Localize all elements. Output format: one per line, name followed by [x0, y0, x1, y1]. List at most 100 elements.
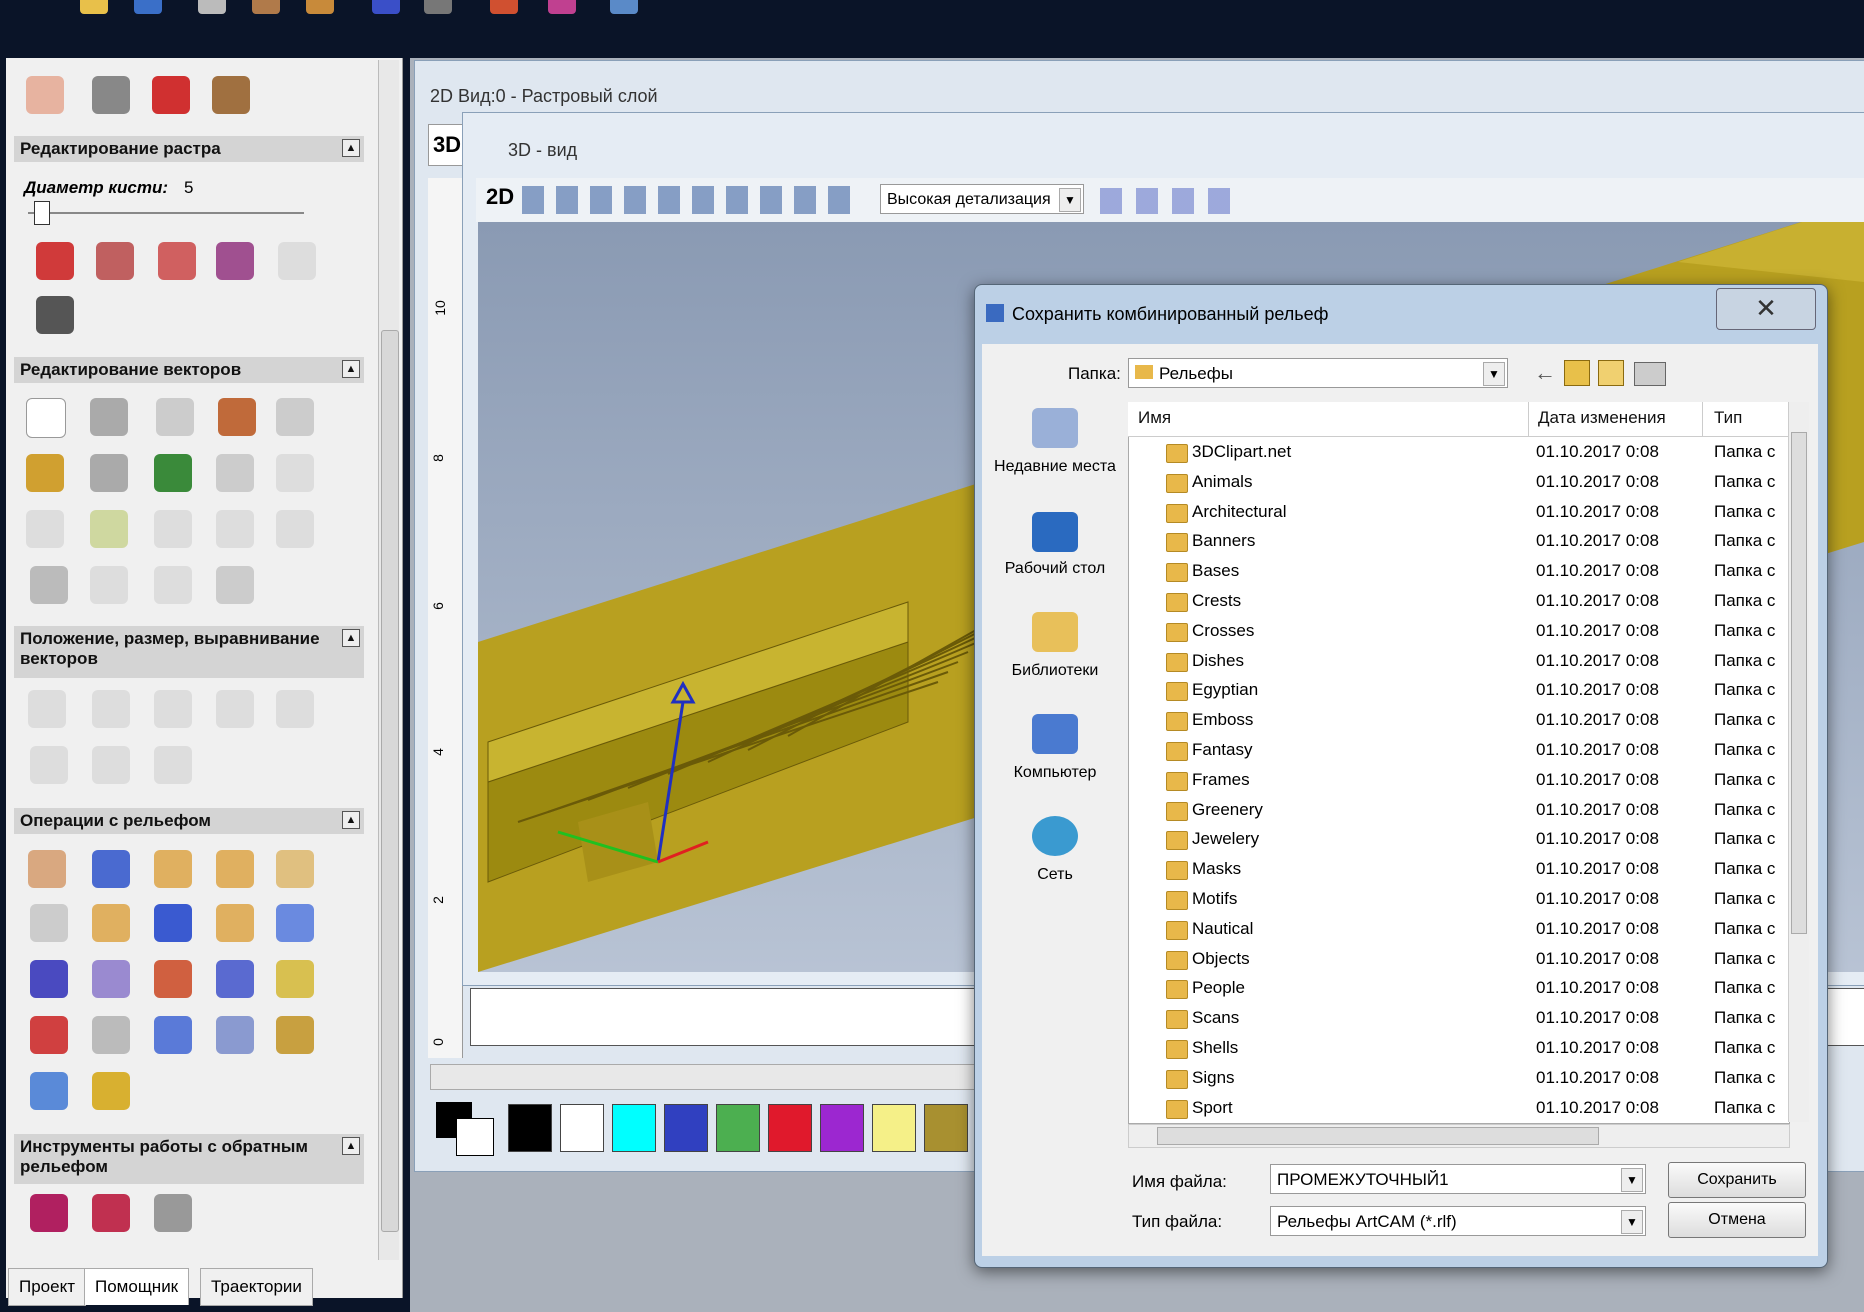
relief-figure-icon[interactable] — [152, 76, 190, 114]
file-row[interactable]: People 01.10.2017 0:08 Папка с — [1130, 974, 1775, 1004]
reverse-relief2-icon[interactable] — [92, 1194, 130, 1232]
palette-swatch[interactable] — [872, 1104, 916, 1152]
copy-icon[interactable] — [252, 0, 280, 14]
file-row[interactable]: Motifs 01.10.2017 0:08 Папка с — [1130, 885, 1775, 915]
palette-swatch[interactable] — [768, 1104, 812, 1152]
relief-copy-icon[interactable] — [216, 850, 254, 888]
collapse-icon[interactable]: ▲ — [342, 360, 360, 378]
palette-swatch[interactable] — [664, 1104, 708, 1152]
scrollbar-thumb[interactable] — [1791, 432, 1807, 934]
palette-swatch[interactable] — [508, 1104, 552, 1152]
place-computer[interactable]: Компьютер — [992, 764, 1118, 782]
column-type[interactable]: Тип — [1714, 408, 1742, 428]
open-icon[interactable] — [80, 0, 108, 14]
new-folder-icon[interactable] — [1598, 360, 1624, 386]
palette-swatch[interactable] — [924, 1104, 968, 1152]
view-tools-icons[interactable] — [522, 186, 862, 214]
bitmap-icon[interactable] — [26, 76, 64, 114]
computer-icon[interactable] — [1032, 714, 1078, 754]
filetype-select[interactable]: Рельефы ArtCAM (*.rlf) ▼ — [1270, 1206, 1646, 1236]
paste-icon[interactable] — [306, 0, 334, 14]
scrollbar-thumb[interactable] — [381, 330, 399, 1232]
tab-toolpaths[interactable]: Траектории — [200, 1268, 313, 1306]
file-row[interactable]: Bases 01.10.2017 0:08 Папка с — [1130, 557, 1775, 587]
file-row[interactable]: Emboss 01.10.2017 0:08 Папка с — [1130, 706, 1775, 736]
select-arrow-icon[interactable] — [26, 398, 66, 438]
relief-layer-icon[interactable] — [276, 960, 314, 998]
relief-merge-icon[interactable] — [276, 850, 314, 888]
dots-icon[interactable] — [26, 510, 64, 548]
place-recent[interactable]: Недавние места — [992, 458, 1118, 476]
vector-fill-icon[interactable] — [26, 454, 64, 492]
block-icon[interactable] — [216, 690, 254, 728]
picker-icon[interactable] — [158, 242, 196, 280]
wizard-icon[interactable] — [610, 0, 638, 14]
arrow-icon[interactable] — [216, 510, 254, 548]
file-row[interactable]: Animals 01.10.2017 0:08 Папка с — [1130, 468, 1775, 498]
relief-calc-icon[interactable] — [276, 1016, 314, 1054]
filename-input[interactable]: ПРОМЕЖУТОЧНЫЙ1 ▼ — [1270, 1164, 1646, 1194]
section-reverse-relief[interactable]: Инструменты работы с обратным рельефом ▲ — [14, 1134, 364, 1184]
plane-icon[interactable] — [92, 850, 130, 888]
view-menu-icon[interactable] — [1634, 362, 1666, 386]
relief-sculpt-icon[interactable] — [154, 960, 192, 998]
file-row[interactable]: Signs 01.10.2017 0:08 Папка с — [1130, 1064, 1775, 1094]
spiral-icon[interactable] — [154, 746, 192, 784]
relief-sphere-icon[interactable] — [30, 1072, 68, 1110]
rectangle-icon[interactable] — [156, 398, 194, 436]
relief-shape-icon[interactable] — [154, 850, 192, 888]
collapse-icon[interactable]: ▲ — [342, 629, 360, 647]
file-row[interactable]: Fantasy 01.10.2017 0:08 Папка с — [1130, 736, 1775, 766]
close-button[interactable]: ✕ — [1716, 288, 1816, 330]
file-row[interactable]: Greenery 01.10.2017 0:08 Папка с — [1130, 796, 1775, 826]
column-divider[interactable] — [1528, 402, 1529, 436]
cloud-icon[interactable] — [278, 242, 316, 280]
light-tools-icons[interactable] — [1100, 188, 1240, 214]
place-desktop[interactable]: Рабочий стол — [992, 560, 1118, 578]
collapse-icon[interactable]: ▲ — [342, 139, 360, 157]
reverse-relief1-icon[interactable] — [30, 1194, 68, 1232]
place-network[interactable]: Сеть — [992, 866, 1118, 884]
texture-icon[interactable] — [92, 746, 130, 784]
network-icon[interactable] — [1032, 816, 1078, 856]
relief-load-icon[interactable] — [28, 850, 66, 888]
letter-icon[interactable] — [154, 566, 192, 604]
brush-slider-thumb[interactable] — [34, 201, 50, 225]
mona-lisa-icon[interactable] — [212, 76, 250, 114]
grid-icon[interactable] — [216, 454, 254, 492]
column-name[interactable]: Имя — [1138, 408, 1171, 428]
libraries-icon[interactable] — [1032, 612, 1078, 652]
up-folder-icon[interactable] — [1564, 360, 1590, 386]
transform-icon[interactable] — [90, 398, 128, 436]
circle-dots-icon[interactable] — [92, 690, 130, 728]
column-divider[interactable] — [1702, 402, 1703, 436]
background-color-swatch[interactable] — [456, 1118, 494, 1156]
relief-texture-icon[interactable] — [216, 960, 254, 998]
relief-star-icon[interactable] — [30, 960, 68, 998]
bear-icon[interactable] — [92, 76, 130, 114]
text-icon[interactable] — [218, 398, 256, 436]
shape-icon[interactable] — [276, 398, 314, 436]
file-row[interactable]: Objects 01.10.2017 0:08 Папка с — [1130, 945, 1775, 975]
relief-cut-icon[interactable] — [216, 1016, 254, 1054]
relief-wrap-icon[interactable] — [92, 1016, 130, 1054]
pencil-icon[interactable] — [36, 296, 74, 334]
s-curve-icon[interactable] — [30, 904, 68, 942]
save-icon[interactable] — [134, 0, 162, 14]
relief-bend-icon[interactable] — [276, 904, 314, 942]
file-row[interactable]: Crosses 01.10.2017 0:08 Папка с — [1130, 617, 1775, 647]
place-libraries[interactable]: Библиотеки — [992, 662, 1118, 680]
palette-swatch[interactable] — [820, 1104, 864, 1152]
cut-icon[interactable] — [198, 0, 226, 14]
wave-icon[interactable] — [90, 510, 128, 548]
abc-text-icon[interactable] — [154, 454, 192, 492]
palette-icon[interactable] — [216, 242, 254, 280]
file-row[interactable]: Dishes 01.10.2017 0:08 Папка с — [1130, 647, 1775, 677]
chevron-down-icon[interactable]: ▼ — [1483, 362, 1505, 386]
file-list-scrollbar[interactable] — [1788, 402, 1809, 1122]
file-list-hscrollbar[interactable] — [1128, 1124, 1790, 1148]
file-row[interactable]: Frames 01.10.2017 0:08 Папка с — [1130, 766, 1775, 796]
file-row[interactable]: Scans 01.10.2017 0:08 Папка с — [1130, 1004, 1775, 1034]
file-row[interactable]: Architectural 01.10.2017 0:08 Папка с — [1130, 498, 1775, 528]
column-date[interactable]: Дата изменения — [1538, 408, 1666, 428]
